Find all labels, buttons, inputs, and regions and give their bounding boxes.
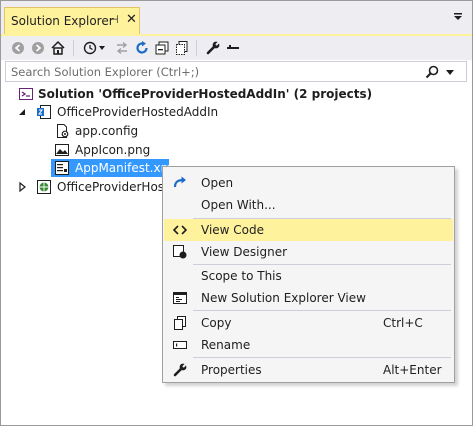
sync-with-document-icon[interactable]: [113, 39, 131, 57]
context-menu: Open Open With... View Code View Designe…: [162, 166, 455, 383]
menu-label: Open With...: [201, 198, 276, 212]
menu-item-open-with[interactable]: Open With...: [164, 194, 453, 216]
menu-label: New Solution Explorer View: [201, 291, 366, 305]
copy-icon: [174, 316, 186, 330]
solution-icon: [19, 88, 33, 100]
tree-item-project-addin[interactable]: OfficeProviderHostedAddIn: [1, 103, 472, 121]
home-icon[interactable]: [49, 39, 67, 57]
collapse-all-icon[interactable]: [153, 39, 171, 57]
history-dropdown-icon[interactable]: [97, 39, 107, 57]
tab-solution-explorer[interactable]: Solution Explorer ⊣ ✕: [4, 7, 140, 34]
menu-label: Scope to This: [201, 269, 282, 283]
window-menu-chevron-icon[interactable]: [451, 9, 465, 23]
menu-label: Open: [201, 176, 234, 190]
designer-icon: [173, 245, 187, 259]
tree-item-project-web[interactable]: OfficeProviderHostedAddInWeb: [1, 178, 164, 196]
image-file-icon: [55, 144, 69, 156]
search-options-chevron-icon[interactable]: [444, 65, 456, 79]
menu-item-properties[interactable]: Properties Alt+Enter: [164, 359, 453, 381]
preview-selected-items-icon[interactable]: [224, 39, 242, 57]
menu-item-new-solution-explorer-view[interactable]: New Solution Explorer View: [164, 287, 453, 309]
file-label: AppIcon.png: [75, 143, 151, 157]
forward-icon[interactable]: [29, 39, 47, 57]
refresh-icon[interactable]: [133, 39, 151, 57]
web-project-icon: [37, 180, 51, 194]
tree-item-app-config[interactable]: app.config: [1, 122, 472, 140]
solution-explorer-window: Solution Explorer ⊣ ✕ Search Solution Ex…: [0, 0, 473, 426]
new-view-icon: [173, 292, 187, 304]
solution-label: Solution 'OfficeProviderHostedAddIn' (2 …: [38, 87, 373, 101]
project-label: OfficeProviderHostedAddInWeb: [57, 180, 164, 194]
tab-title: Solution Explorer: [11, 14, 114, 28]
tab-bar: Solution Explorer ⊣ ✕: [1, 1, 472, 34]
project-label: OfficeProviderHostedAddIn: [57, 105, 219, 119]
rename-icon: [173, 341, 187, 349]
menu-separator: [193, 310, 451, 311]
addin-project-icon: [37, 105, 51, 119]
code-brackets-icon: [172, 225, 188, 235]
collapsed-arrow-icon[interactable]: [16, 181, 28, 193]
menu-item-open[interactable]: Open: [164, 172, 453, 194]
properties-wrench-icon[interactable]: [204, 39, 222, 57]
expanded-arrow-icon[interactable]: [16, 106, 28, 118]
toolbar: [1, 36, 472, 60]
menu-item-rename[interactable]: Rename: [164, 334, 453, 356]
menu-item-view-designer[interactable]: View Designer: [164, 241, 453, 263]
menu-shortcut: Ctrl+C: [383, 316, 423, 330]
file-label: app.config: [75, 124, 139, 138]
open-arrow-icon: [173, 176, 186, 188]
close-icon[interactable]: ✕: [126, 12, 137, 27]
menu-label: Rename: [201, 338, 251, 352]
tree-item-app-manifest[interactable]: AppManifest.xml: [51, 159, 176, 177]
menu-separator: [193, 357, 451, 358]
file-label: AppManifest.xml: [75, 161, 176, 175]
menu-label: View Designer: [201, 245, 288, 259]
manifest-file-icon: [55, 161, 69, 175]
toolbar-separator: [73, 40, 74, 56]
config-file-icon: [57, 124, 69, 138]
menu-shortcut: Alt+Enter: [383, 363, 442, 377]
menu-item-scope-to-this[interactable]: Scope to This: [164, 265, 453, 287]
wrench-icon: [173, 363, 187, 377]
toolbar-separator: [196, 40, 197, 56]
menu-item-view-code[interactable]: View Code: [164, 219, 453, 241]
search-box: [5, 61, 467, 82]
menu-item-copy[interactable]: Copy Ctrl+C: [164, 312, 453, 334]
search-input[interactable]: [6, 62, 426, 81]
menu-label: Properties: [201, 363, 262, 377]
search-icon[interactable]: [424, 64, 440, 80]
pin-icon[interactable]: ⊣: [109, 13, 119, 26]
tree-item-app-icon[interactable]: AppIcon.png: [1, 141, 472, 159]
menu-label: Copy: [201, 316, 232, 330]
back-icon[interactable]: [9, 39, 27, 57]
tree-item-solution[interactable]: Solution 'OfficeProviderHostedAddIn' (2 …: [1, 85, 472, 103]
menu-label: View Code: [201, 223, 265, 237]
show-all-files-icon[interactable]: [173, 39, 191, 57]
